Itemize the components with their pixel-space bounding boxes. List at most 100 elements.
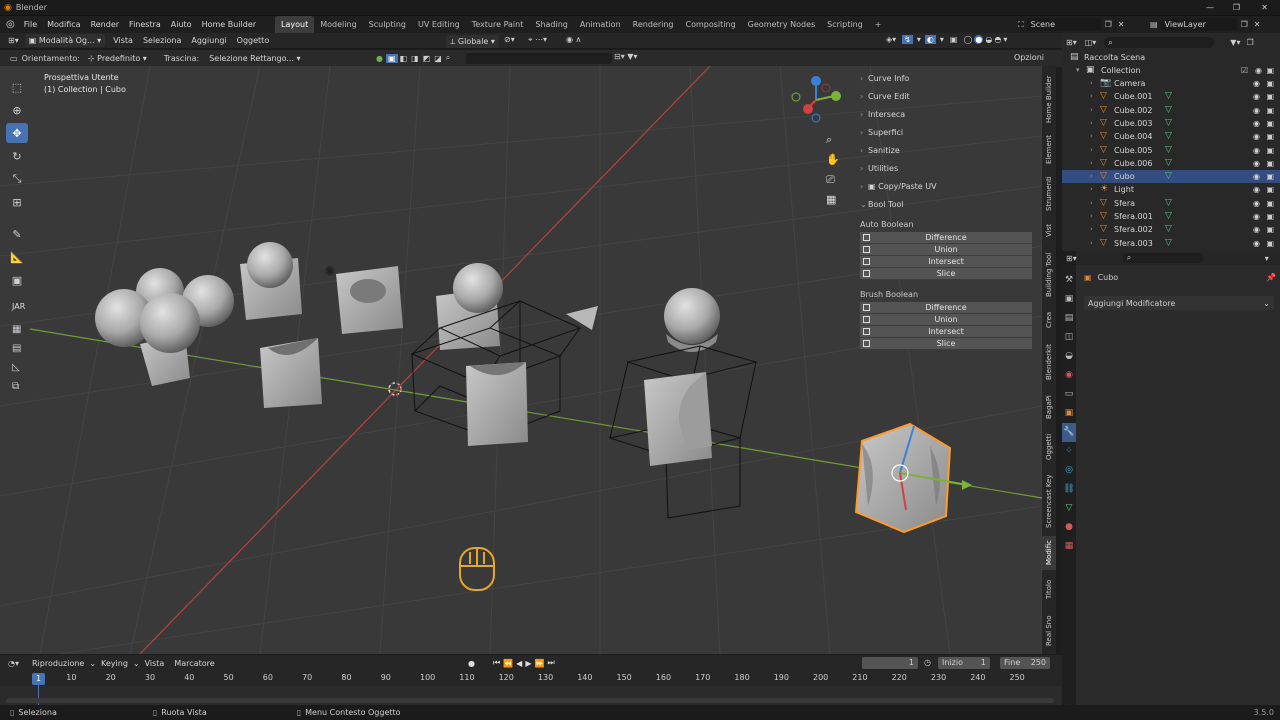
eye-icon[interactable]: ◉ [1253, 237, 1260, 250]
chevron-right-icon[interactable]: › [1090, 104, 1093, 117]
camera-render-icon[interactable]: ▣ [1266, 237, 1274, 250]
modifier-tab-icon[interactable]: 🔧 [1062, 423, 1076, 442]
properties-search-input[interactable]: ⌕ [1122, 253, 1203, 263]
tab-titolo[interactable]: Titolo [1042, 574, 1056, 604]
outliner-item[interactable]: › ▽ Cube.002 ▽ ◉ ▣ [1062, 104, 1280, 117]
object-tab-icon[interactable]: ▣ [1062, 404, 1076, 423]
outliner-item[interactable]: › ▽ Cube.005 ▽ ◉ ▣ [1062, 144, 1280, 157]
minimize-button[interactable]: — [1206, 3, 1214, 12]
addon-tool-2-icon[interactable]: ▤ [12, 339, 21, 358]
addon-tool-1-icon[interactable]: ▦ [12, 320, 21, 339]
menu-home-builder[interactable]: Home Builder [197, 16, 261, 33]
tab-scripting[interactable]: Scripting [821, 16, 869, 33]
select-subtract-icon[interactable]: ◨ [411, 54, 419, 63]
chevron-right-icon[interactable]: › [1090, 117, 1093, 130]
outliner-root[interactable]: ▤ Raccolta Scena [1062, 51, 1280, 64]
output-tab-icon[interactable]: ▤ [1062, 309, 1076, 328]
menu-timeline-view[interactable]: Vista [140, 655, 170, 672]
menu-view[interactable]: Vista [108, 32, 138, 49]
overlay-icon[interactable]: ◐ [924, 35, 936, 44]
chevron-right-icon[interactable]: › [1090, 77, 1093, 90]
data-tab-icon[interactable]: ▽ [1062, 499, 1076, 518]
add-workspace-button[interactable]: + [869, 16, 888, 33]
properties-options-icon[interactable]: ▾ [1265, 254, 1269, 263]
menu-select[interactable]: Seleziona [138, 32, 186, 49]
chevron-right-icon[interactable]: › [1090, 130, 1093, 143]
wireframe-shading-icon[interactable]: ◯ [963, 35, 972, 44]
brush-slice-button[interactable]: Slice [860, 338, 1032, 350]
outliner-item[interactable]: › ▽ Cube.004 ▽ ◉ ▣ [1062, 130, 1280, 143]
menu-object[interactable]: Oggetto [232, 32, 275, 49]
camera-render-icon[interactable]: ▣ [1266, 197, 1274, 210]
outliner-item[interactable]: › ▽ Cubo ▽ ◉ ▣ [1062, 170, 1280, 184]
eye-icon[interactable]: ◉ [1253, 144, 1260, 157]
eye-icon[interactable]: ◉ [1253, 117, 1260, 130]
section-copy-paste-uv[interactable]: › ▣ Copy/Paste UV [852, 178, 1034, 196]
jump-start-icon[interactable]: ⏮ [493, 658, 500, 668]
visibility-icon[interactable]: ◈▾ [886, 35, 896, 44]
tab-animation[interactable]: Animation [574, 16, 627, 33]
auto-difference-button[interactable]: Difference [860, 232, 1032, 244]
record-icon[interactable]: ● [468, 659, 475, 668]
menu-add[interactable]: Aggiungi [186, 32, 231, 49]
eye-icon[interactable]: ◉ [1253, 210, 1260, 223]
tab-real-sno[interactable]: Real Sno [1042, 612, 1056, 650]
eye-icon[interactable]: ◉ [1253, 104, 1260, 117]
eye-icon[interactable]: ◉ [1253, 130, 1260, 143]
eye-icon[interactable]: ◉ [1253, 223, 1260, 236]
shading-dropdown-icon[interactable]: ▾ [1003, 35, 1007, 44]
end-frame-field[interactable]: Fine 250 [1000, 657, 1050, 669]
particles-tab-icon[interactable]: ⁘ [1062, 442, 1076, 461]
outliner-editor-icon[interactable]: ⊞▾ [1066, 38, 1077, 47]
proportional-edit-icon[interactable]: ◉ ∧ [566, 35, 581, 44]
display-mode-icon[interactable]: ◫▾ [1085, 38, 1097, 47]
cursor-tool-icon[interactable]: ⊕ [6, 100, 28, 120]
section-curve-edit[interactable]: › Curve Edit [852, 88, 1034, 106]
next-keyframe-icon[interactable]: ⏩ [534, 659, 544, 668]
orientation-dropdown[interactable]: ⊹ Predefinito ▾ [83, 52, 151, 65]
options-button[interactable]: Opzioni [1014, 53, 1044, 62]
pan-hand-icon[interactable]: ✋ [826, 150, 840, 170]
camera-render-icon[interactable]: ▣ [1266, 144, 1274, 157]
tab-uv-editing[interactable]: UV Editing [412, 16, 466, 33]
physics-tab-icon[interactable]: ◎ [1062, 461, 1076, 480]
gizmo-dropdown-icon[interactable]: ▾ [917, 35, 921, 44]
scene-tab-icon[interactable]: ◒ [1062, 347, 1076, 366]
tab-strumenti[interactable]: Strumenti [1042, 174, 1056, 214]
camera-render-icon[interactable]: ▣ [1266, 157, 1274, 170]
timeline-editor-icon[interactable]: ◔▾ [8, 659, 19, 668]
xray-icon[interactable]: ▣ [950, 35, 958, 44]
camera-render-icon[interactable]: ▣ [1266, 117, 1274, 130]
outliner-item[interactable]: › ▽ Sfera.002 ▽ ◉ ▣ [1062, 223, 1280, 236]
material-tab-icon[interactable]: ● [1062, 518, 1076, 537]
outliner-item[interactable]: › ☀ Light ◉ ▣ [1062, 183, 1280, 196]
add-cube-tool-icon[interactable]: ▣ [6, 270, 28, 290]
timeline-ruler[interactable]: 10 20 30 40 50 60 70 80 90 100 110 120 130 140 150 160 1… [0, 672, 1062, 686]
tab-rendering[interactable]: Rendering [627, 16, 680, 33]
tab-modific[interactable]: Modific [1042, 536, 1056, 570]
auto-intersect-button[interactable]: Intersect [860, 256, 1032, 268]
camera-view-icon[interactable]: ⎚ [826, 170, 840, 190]
eye-icon[interactable]: ◉ [1253, 157, 1260, 170]
tab-oggetti[interactable]: Oggetti [1042, 428, 1056, 466]
tab-layout[interactable]: Layout [275, 16, 315, 33]
select-extend-icon[interactable]: ◧ [400, 54, 408, 63]
menu-file[interactable]: File [19, 16, 42, 33]
chevron-right-icon[interactable]: › [1090, 170, 1093, 183]
eye-icon[interactable]: ◉ [1253, 183, 1260, 196]
outliner-search-input[interactable]: ⌕ [1104, 36, 1215, 48]
play-reverse-icon[interactable]: ◀ [516, 659, 522, 668]
tab-vist[interactable]: Vist [1042, 218, 1056, 244]
tab-building-tool[interactable]: Building Tool [1042, 248, 1056, 302]
perspective-toggle-icon[interactable]: ▦ [826, 190, 840, 210]
section-bool-tool[interactable]: ⌄Bool Tool [852, 196, 1034, 214]
collection-tab-icon[interactable]: ▭ [1062, 385, 1076, 404]
clock-icon[interactable]: ◷ [924, 658, 931, 667]
rendered-shading-icon[interactable]: ◓ [994, 35, 1001, 44]
tab-texture-paint[interactable]: Texture Paint [466, 16, 530, 33]
section-interseca[interactable]: › Interseca [852, 106, 1034, 124]
chevron-right-icon[interactable]: › [1090, 197, 1093, 210]
tab-bagapi[interactable]: BagaPi [1042, 390, 1056, 424]
solid-shading-icon[interactable]: ● [974, 35, 984, 44]
menu-keying[interactable]: Keying [96, 655, 133, 672]
